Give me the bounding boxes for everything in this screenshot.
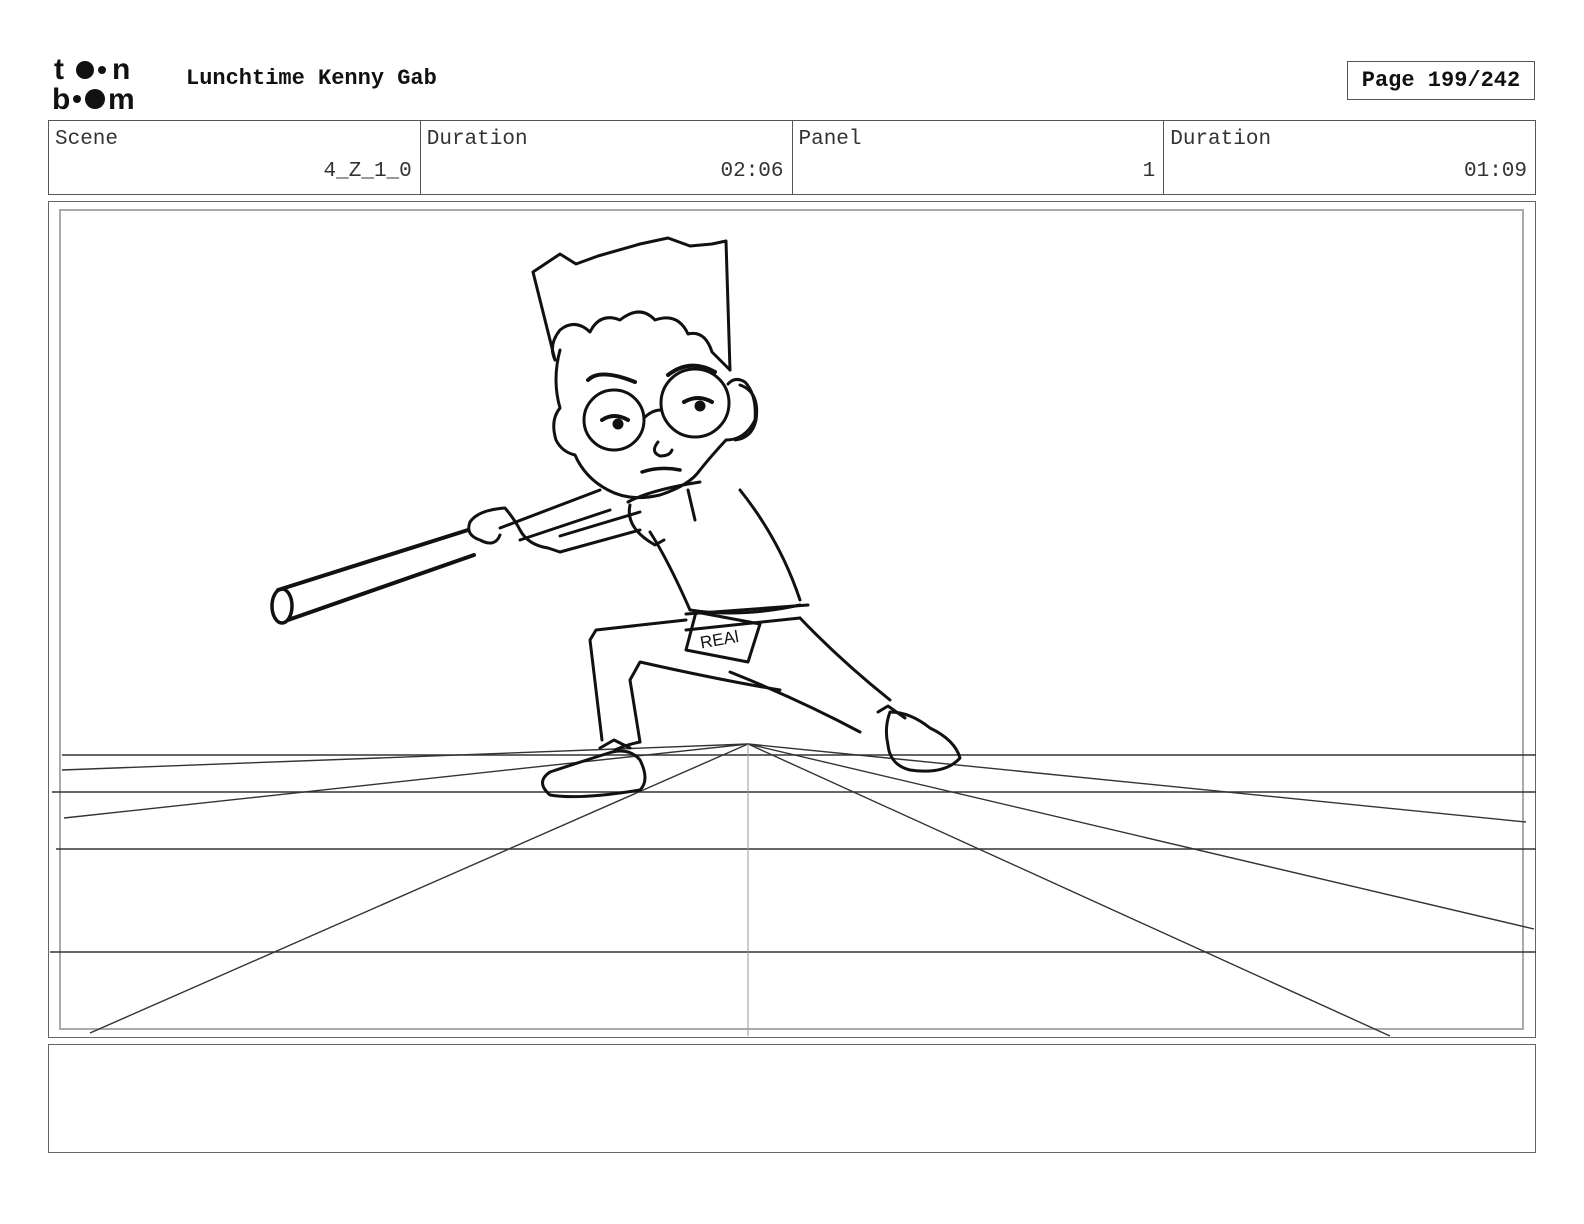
panel-value: 1	[1142, 160, 1156, 183]
page-indicator: Page 199/242	[1347, 61, 1535, 100]
svg-text:m: m	[108, 83, 135, 112]
scene-value: 4_Z_1_0	[323, 160, 412, 183]
svg-text:b: b	[52, 83, 70, 112]
scene-duration-label: Duration	[426, 128, 528, 151]
svg-text:n: n	[112, 53, 130, 86]
scene-label: Scene	[55, 128, 119, 151]
scene-info-table: Scene 4_Z_1_0 Duration 02:06 Panel 1 Dur…	[48, 120, 1536, 195]
kenny-character-sketch	[270, 236, 962, 799]
scene-duration-value: 02:06	[720, 160, 784, 183]
svg-text:t: t	[54, 53, 64, 86]
panel-duration-value: 01:09	[1463, 160, 1527, 183]
panel-notes-box	[48, 1044, 1536, 1153]
panel-label: Panel	[798, 128, 862, 151]
panel-cell: Panel 1	[793, 121, 1165, 194]
panel-duration-label: Duration	[1170, 128, 1272, 151]
scene-cell: Scene 4_Z_1_0	[49, 121, 421, 194]
toon-boom-logo: t n b m	[52, 52, 164, 112]
perspective-grid	[50, 743, 1536, 1037]
belt-text: REAl	[699, 627, 740, 652]
scene-duration-cell: Duration 02:06	[421, 121, 793, 194]
panel-duration-cell: Duration 01:09	[1164, 121, 1535, 194]
panel-sketch: REAl	[50, 236, 1536, 1037]
storyboard-title: Lunchtime Kenny Gab	[186, 66, 437, 91]
